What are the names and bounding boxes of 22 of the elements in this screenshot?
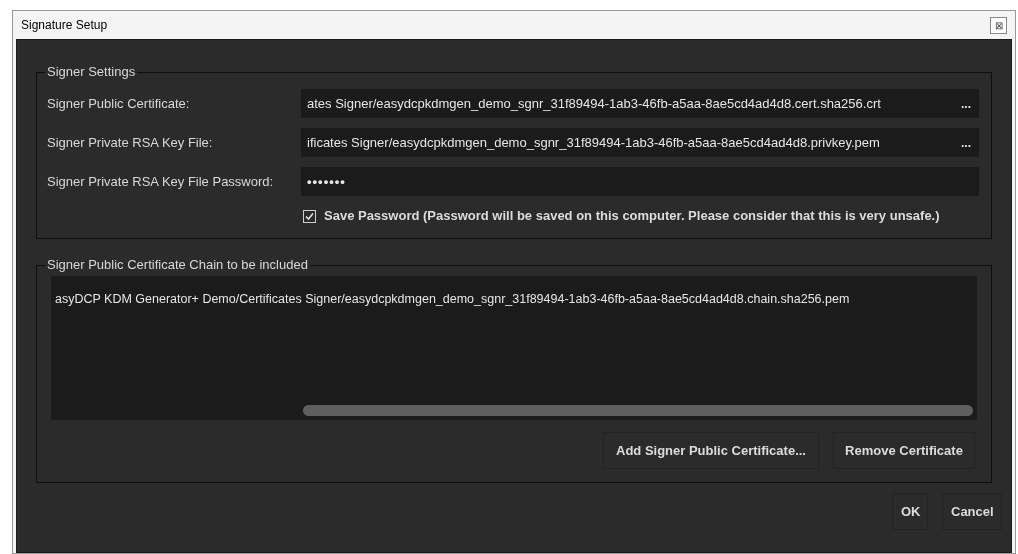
field-label: Signer Private RSA Key File: bbox=[47, 133, 214, 152]
dialog-button[interactable]: Add Signer Public Certificate... bbox=[603, 432, 819, 469]
field-label: Signer Public Certificate: bbox=[47, 94, 191, 113]
field-label: Signer Private RSA Key File Password: bbox=[47, 172, 275, 191]
password-field[interactable]: ••••••• bbox=[301, 167, 979, 196]
scrollbar-thumb[interactable] bbox=[303, 405, 973, 416]
group-title: Signer Settings bbox=[45, 64, 138, 80]
group-title: Signer Public Certificate Chain to be included bbox=[45, 257, 310, 273]
certificate-list[interactable]: asyDCP KDM Generator+ Demo/Certificates Signer/easydcpkdmgen_demo_sgnr_31f89494-1ab3-46fb-a5aa-8ae5cd4ad4d8.chain.sha256.pem bbox=[51, 276, 977, 420]
window-title: Signature Setup bbox=[21, 17, 108, 34]
close-button[interactable]: ⊠ bbox=[990, 16, 1007, 34]
checkbox[interactable] bbox=[303, 209, 316, 223]
browse-button[interactable]: ... bbox=[961, 133, 971, 152]
dialog-button[interactable]: OK bbox=[892, 493, 928, 530]
checkbox-label: Save Password (Password will be saved on this computer. Please consider that this is very unsafe.) bbox=[324, 207, 940, 226]
dialog-button[interactable]: Remove Certificate bbox=[833, 432, 975, 469]
check-icon bbox=[305, 211, 314, 221]
browse-button[interactable]: ... bbox=[961, 94, 971, 113]
dialog-button[interactable]: Cancel bbox=[942, 493, 1002, 530]
list-item[interactable]: asyDCP KDM Generator+ Demo/Certificates Signer/easydcpkdmgen_demo_sgnr_31f89494-1ab3-46fb-a5aa-8ae5cd4ad4d8.chain.sha256.pem bbox=[51, 290, 977, 309]
file-path-field[interactable]: ificates Signer/easydcpkdmgen_demo_sgnr_31f89494-1ab3-46fb-a5aa-8ae5cd4ad4d8.privkey.pem ... bbox=[301, 128, 979, 157]
file-path-field[interactable]: ates Signer/easydcpkdmgen_demo_sgnr_31f89494-1ab3-46fb-a5aa-8ae5cd4ad4d8.cert.sha256.crt ... bbox=[301, 89, 979, 118]
